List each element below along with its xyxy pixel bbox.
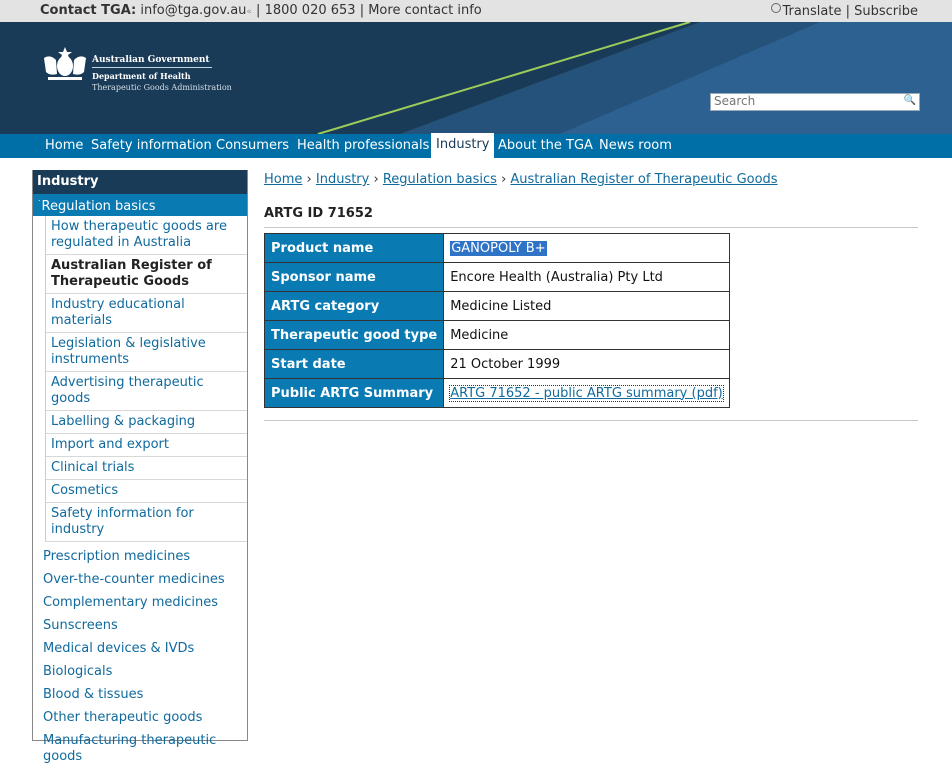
sidebar-item[interactable]: Over-the-counter medicines <box>33 569 247 592</box>
sidebar-item[interactable]: Blood & tissues <box>33 684 247 707</box>
email-link[interactable]: info@tga.gov.au <box>140 3 246 18</box>
translate-link[interactable]: Translate <box>782 4 841 19</box>
sidebar-submenu: How therapeutic goods are regulated in A… <box>45 216 247 542</box>
utility-links: Translate | Subscribe <box>771 3 918 19</box>
artg-summary-pdf-link[interactable]: ARTG 71652 - public ARTG summary (pdf) <box>449 384 724 402</box>
row-value: GANOPOLY B+ <box>443 233 730 263</box>
sidebar-item[interactable]: Other therapeutic goods <box>33 707 247 730</box>
gov-line-2: Department of Health <box>92 71 191 81</box>
divider <box>264 420 918 421</box>
search-icon[interactable]: 🔍 <box>904 95 916 106</box>
site-header: Australian Government Department of Heal… <box>0 22 952 134</box>
nav-health-professionals[interactable]: Health professionals <box>292 134 434 158</box>
gov-line-3: Therapeutic Goods Administration <box>92 83 232 92</box>
sidebar-heading[interactable]: Industry <box>33 170 247 194</box>
breadcrumb-separator: › <box>373 172 379 187</box>
sidebar-subitem[interactable]: Clinical trials <box>46 457 247 480</box>
table-row: Public ARTG Summary ARTG 71652 - public … <box>263 378 730 408</box>
sidebar-subitem[interactable]: How therapeutic goods are regulated in A… <box>46 216 247 255</box>
search-box: 🔍 <box>710 93 920 111</box>
sidebar-subitem[interactable]: Safety information for industry <box>46 503 247 542</box>
product-name-value: GANOPOLY B+ <box>450 240 547 256</box>
sidebar-item[interactable]: Manufacturing therapeutic goods <box>33 730 247 769</box>
breadcrumb: Home › Industry › Regulation basics › Au… <box>264 172 778 187</box>
sidebar-item[interactable]: Sunscreens <box>33 615 247 638</box>
row-value: Medicine <box>443 320 730 350</box>
table-row: Start date 21 October 1999 <box>263 349 730 379</box>
sidebar-item-regulation-basics[interactable]: ˙Regulation basics <box>33 194 247 216</box>
sidebar-subitem[interactable]: Cosmetics <box>46 480 247 503</box>
breadcrumb-home[interactable]: Home <box>264 172 302 187</box>
nav-news-room[interactable]: News room <box>594 134 677 158</box>
sidebar: Industry ˙Regulation basics How therapeu… <box>32 170 248 764</box>
sidebar-subitem[interactable]: Labelling & packaging <box>46 411 247 434</box>
row-label: Therapeutic good type <box>263 320 445 350</box>
page-title: ARTG ID 71652 <box>264 206 373 221</box>
table-row: Product name GANOPOLY B+ <box>263 233 730 263</box>
agency-name: Australian Government Department of Heal… <box>92 54 232 94</box>
table-row: ARTG category Medicine Listed <box>263 291 730 321</box>
row-label: Product name <box>263 233 445 263</box>
more-contact-link[interactable]: More contact info <box>368 3 482 18</box>
sidebar-subitem[interactable]: Import and export <box>46 434 247 457</box>
nav-consumers[interactable]: Consumers <box>211 134 294 158</box>
row-value: 21 October 1999 <box>443 349 730 379</box>
nav-home[interactable]: Home <box>40 134 88 158</box>
contact-info: Contact TGA: info@tga.gov.au« | 1800 020… <box>40 3 482 18</box>
gov-divider <box>92 67 212 68</box>
row-label: ARTG category <box>263 291 445 321</box>
sidebar-subitem[interactable]: Industry educational materials <box>46 294 247 333</box>
table-row: Sponsor name Encore Health (Australia) P… <box>263 262 730 292</box>
main-nav: Home Safety information Consumers Health… <box>0 133 952 158</box>
utility-bar: Contact TGA: info@tga.gov.au« | 1800 020… <box>0 0 952 22</box>
search-input[interactable] <box>711 94 894 108</box>
breadcrumb-regulation-basics[interactable]: Regulation basics <box>383 172 497 187</box>
breadcrumb-separator: › <box>501 172 507 187</box>
breadcrumb-artg[interactable]: Australian Register of Therapeutic Goods <box>510 172 777 187</box>
nav-industry[interactable]: Industry <box>431 133 495 158</box>
gov-line-1: Australian Government <box>92 55 210 65</box>
artg-details-table: Product name GANOPOLY B+ Sponsor name En… <box>263 233 730 408</box>
breadcrumb-separator: › <box>306 172 312 187</box>
sidebar-subitem-current[interactable]: Australian Register of Therapeutic Goods <box>46 255 247 294</box>
nav-safety-information[interactable]: Safety information <box>86 134 217 158</box>
row-label: Sponsor name <box>263 262 445 292</box>
sidebar-item-label: Regulation basics <box>41 199 156 214</box>
breadcrumb-industry[interactable]: Industry <box>316 172 369 187</box>
row-value: ARTG 71652 - public ARTG summary (pdf) <box>443 378 730 408</box>
sidebar-item[interactable]: Prescription medicines <box>33 542 247 569</box>
subscribe-link[interactable]: Subscribe <box>854 4 918 19</box>
divider <box>264 227 918 228</box>
sidebar-subitem[interactable]: Legislation & legislative instruments <box>46 333 247 372</box>
sidebar-subitem[interactable]: Advertising therapeutic goods <box>46 372 247 411</box>
nav-about-the-tga[interactable]: About the TGA <box>493 134 598 158</box>
sidebar-item[interactable]: Complementary medicines <box>33 592 247 615</box>
sidebar-item[interactable]: Medical devices & IVDs <box>33 638 247 661</box>
external-link-icon: « <box>246 7 252 17</box>
row-label: Public ARTG Summary <box>263 378 445 408</box>
coat-of-arms-logo[interactable] <box>42 46 88 82</box>
sidebar-item[interactable]: Biologicals <box>33 661 247 684</box>
phone-number: 1800 020 653 <box>264 3 356 18</box>
row-label: Start date <box>263 349 445 379</box>
row-value: Medicine Listed <box>443 291 730 321</box>
row-value: Encore Health (Australia) Pty Ltd <box>443 262 730 292</box>
globe-icon <box>771 3 782 13</box>
contact-label: Contact TGA: <box>40 3 137 18</box>
table-row: Therapeutic good type Medicine <box>263 320 730 350</box>
